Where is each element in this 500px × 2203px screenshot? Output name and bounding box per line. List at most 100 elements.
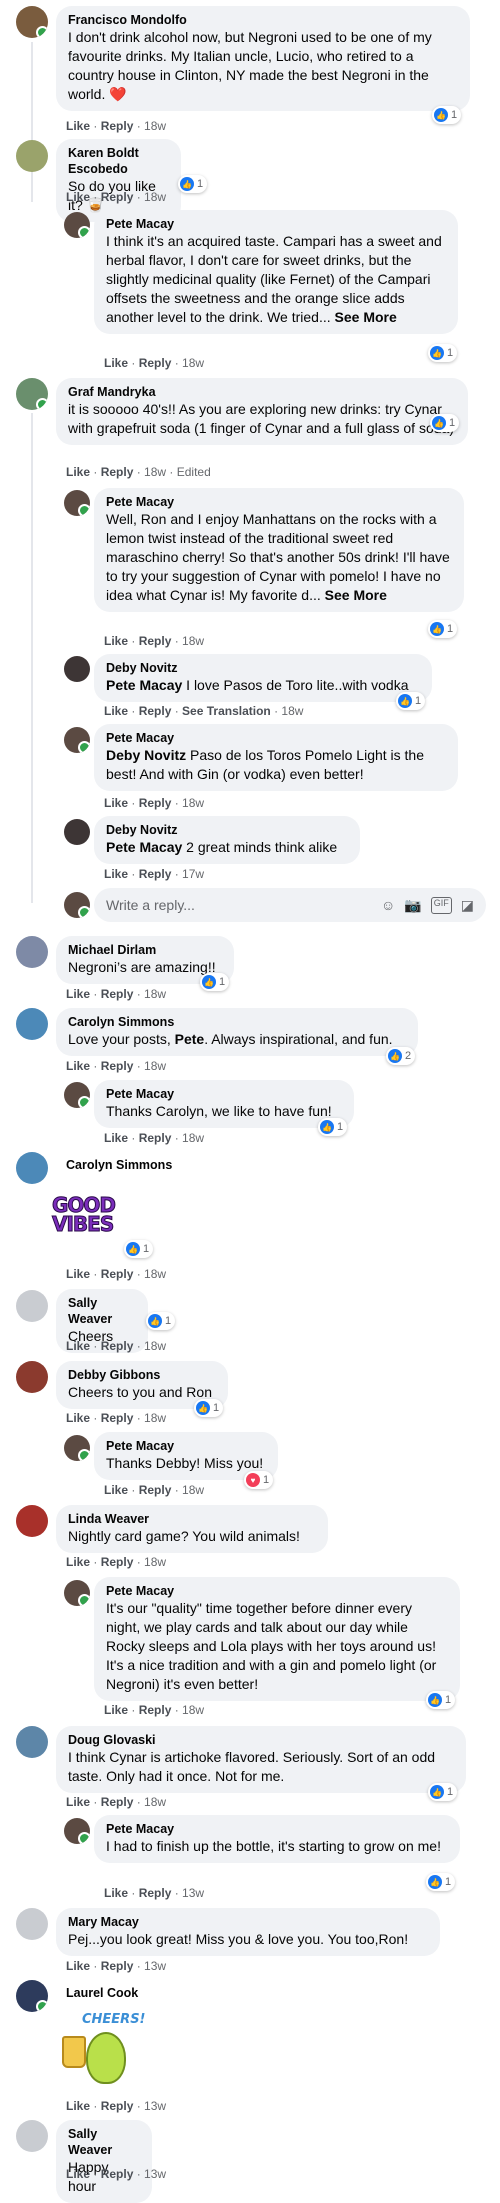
reaction-badge[interactable]: ♥ 1 <box>244 1471 274 1489</box>
avatar[interactable] <box>64 1082 90 1108</box>
avatar[interactable] <box>64 1818 90 1844</box>
reply-button[interactable]: Reply <box>139 1703 172 1717</box>
reply-button[interactable]: Reply <box>101 1267 134 1281</box>
avatar[interactable] <box>64 656 90 682</box>
avatar[interactable] <box>16 1361 48 1393</box>
reaction-badge[interactable]: 👍 1 <box>396 692 426 710</box>
comment-author[interactable]: Francisco Mondolfo <box>68 12 458 28</box>
reply-button[interactable]: Reply <box>139 704 172 718</box>
like-button[interactable]: Like <box>66 1959 90 1973</box>
reaction-badge[interactable]: 👍 2 <box>386 1047 416 1065</box>
reply-button[interactable]: Reply <box>101 2167 134 2181</box>
avatar[interactable] <box>64 490 90 516</box>
reaction-badge[interactable]: 👍 1 <box>146 1312 176 1330</box>
mention-link[interactable]: Pete <box>175 1031 205 1047</box>
reply-button[interactable]: Reply <box>101 1411 134 1425</box>
reaction-badge[interactable]: 👍 1 <box>432 106 462 124</box>
reaction-badge[interactable]: 👍 1 <box>124 1240 154 1258</box>
comment-author[interactable]: Doug Glovaski <box>68 1732 454 1748</box>
comment-author[interactable]: Sally Weaver <box>68 2126 140 2158</box>
reaction-badge[interactable]: 👍 1 <box>428 620 458 638</box>
like-button[interactable]: Like <box>104 704 128 718</box>
mention-link[interactable]: Pete Macay <box>106 677 182 693</box>
comment-author[interactable]: Sally Weaver <box>68 1295 136 1327</box>
avatar[interactable] <box>64 1435 90 1461</box>
reply-button[interactable]: Reply <box>139 796 172 810</box>
like-button[interactable]: Like <box>66 1059 90 1073</box>
avatar[interactable] <box>16 1290 48 1322</box>
avatar[interactable] <box>16 1726 48 1758</box>
reaction-badge[interactable]: 👍 1 <box>428 1783 458 1801</box>
like-button[interactable]: Like <box>66 2167 90 2181</box>
reply-button[interactable]: Reply <box>139 1886 172 1900</box>
avatar[interactable] <box>16 2120 48 2152</box>
reply-button[interactable]: Reply <box>101 190 134 204</box>
comment-author[interactable]: Pete Macay <box>106 1583 448 1599</box>
sticker-icon[interactable]: ◪ <box>461 897 474 914</box>
reaction-badge[interactable]: 👍 1 <box>430 414 460 432</box>
like-button[interactable]: Like <box>66 1795 90 1809</box>
reply-button[interactable]: Reply <box>139 356 172 370</box>
comment-author[interactable]: Pete Macay <box>106 730 446 746</box>
see-translation-link[interactable]: See Translation <box>182 704 271 718</box>
comment-author[interactable]: Graf Mandryka <box>68 384 456 400</box>
avatar[interactable] <box>16 6 48 38</box>
like-button[interactable]: Like <box>66 190 90 204</box>
reaction-badge[interactable]: 👍 1 <box>426 1691 456 1709</box>
reply-button[interactable]: Reply <box>101 1339 134 1353</box>
like-button[interactable]: Like <box>66 1267 90 1281</box>
avatar[interactable] <box>64 727 90 753</box>
reply-button[interactable]: Reply <box>101 1959 134 1973</box>
avatar[interactable] <box>16 1152 48 1184</box>
see-more-link[interactable]: See More <box>335 309 397 325</box>
reaction-badge[interactable]: 👍 1 <box>318 1118 348 1136</box>
reply-button[interactable]: Reply <box>139 1483 172 1497</box>
reply-button[interactable]: Reply <box>101 1795 134 1809</box>
reply-button[interactable]: Reply <box>139 1131 172 1145</box>
like-button[interactable]: Like <box>66 1411 90 1425</box>
avatar[interactable] <box>16 1980 48 2012</box>
reaction-badge[interactable]: 👍 1 <box>178 175 208 193</box>
comment-author[interactable]: Pete Macay <box>106 1821 448 1837</box>
like-button[interactable]: Like <box>104 634 128 648</box>
comment-author[interactable]: Carolyn Simmons <box>68 1014 406 1030</box>
avatar[interactable] <box>64 819 90 845</box>
comment-author[interactable]: Deby Novitz <box>106 822 348 838</box>
comment-author[interactable]: Deby Novitz <box>106 660 420 676</box>
avatar[interactable] <box>16 140 48 172</box>
reply-button[interactable]: Reply <box>101 1059 134 1073</box>
comment-author[interactable]: Karen Boldt Escobedo <box>68 145 169 177</box>
like-button[interactable]: Like <box>66 987 90 1001</box>
like-button[interactable]: Like <box>104 1703 128 1717</box>
reaction-badge[interactable]: 👍 1 <box>200 973 230 991</box>
avatar[interactable] <box>16 1008 48 1040</box>
like-button[interactable]: Like <box>104 1131 128 1145</box>
like-button[interactable]: Like <box>104 1483 128 1497</box>
avatar[interactable] <box>16 936 48 968</box>
reply-button[interactable]: Reply <box>101 119 134 133</box>
reply-button[interactable]: Reply <box>139 634 172 648</box>
reply-button[interactable]: Reply <box>101 987 134 1001</box>
mention-link[interactable]: Deby Novitz <box>106 747 186 763</box>
reply-input[interactable]: Write a reply... ☺ 📷 GIF ◪ <box>94 888 486 922</box>
comment-author[interactable]: Michael Dirlam <box>68 942 222 958</box>
avatar[interactable] <box>64 1580 90 1606</box>
avatar[interactable] <box>16 378 48 410</box>
avatar[interactable] <box>16 1505 48 1537</box>
reply-button[interactable]: Reply <box>101 2099 134 2113</box>
like-button[interactable]: Like <box>104 867 128 881</box>
like-button[interactable]: Like <box>66 1339 90 1353</box>
camera-icon[interactable]: 📷 <box>404 897 421 914</box>
reaction-badge[interactable]: 👍 1 <box>426 1873 456 1891</box>
like-button[interactable]: Like <box>66 465 90 479</box>
like-button[interactable]: Like <box>66 1555 90 1569</box>
comment-author[interactable]: Pete Macay <box>106 1438 266 1454</box>
reaction-badge[interactable]: 👍 1 <box>428 344 458 362</box>
like-button[interactable]: Like <box>104 356 128 370</box>
see-more-link[interactable]: See More <box>325 587 387 603</box>
reply-button[interactable]: Reply <box>101 465 134 479</box>
reply-button[interactable]: Reply <box>139 867 172 881</box>
avatar[interactable] <box>64 212 90 238</box>
mention-link[interactable]: Pete Macay <box>106 839 182 855</box>
comment-author[interactable]: Carolyn Simmons <box>66 1157 172 1173</box>
